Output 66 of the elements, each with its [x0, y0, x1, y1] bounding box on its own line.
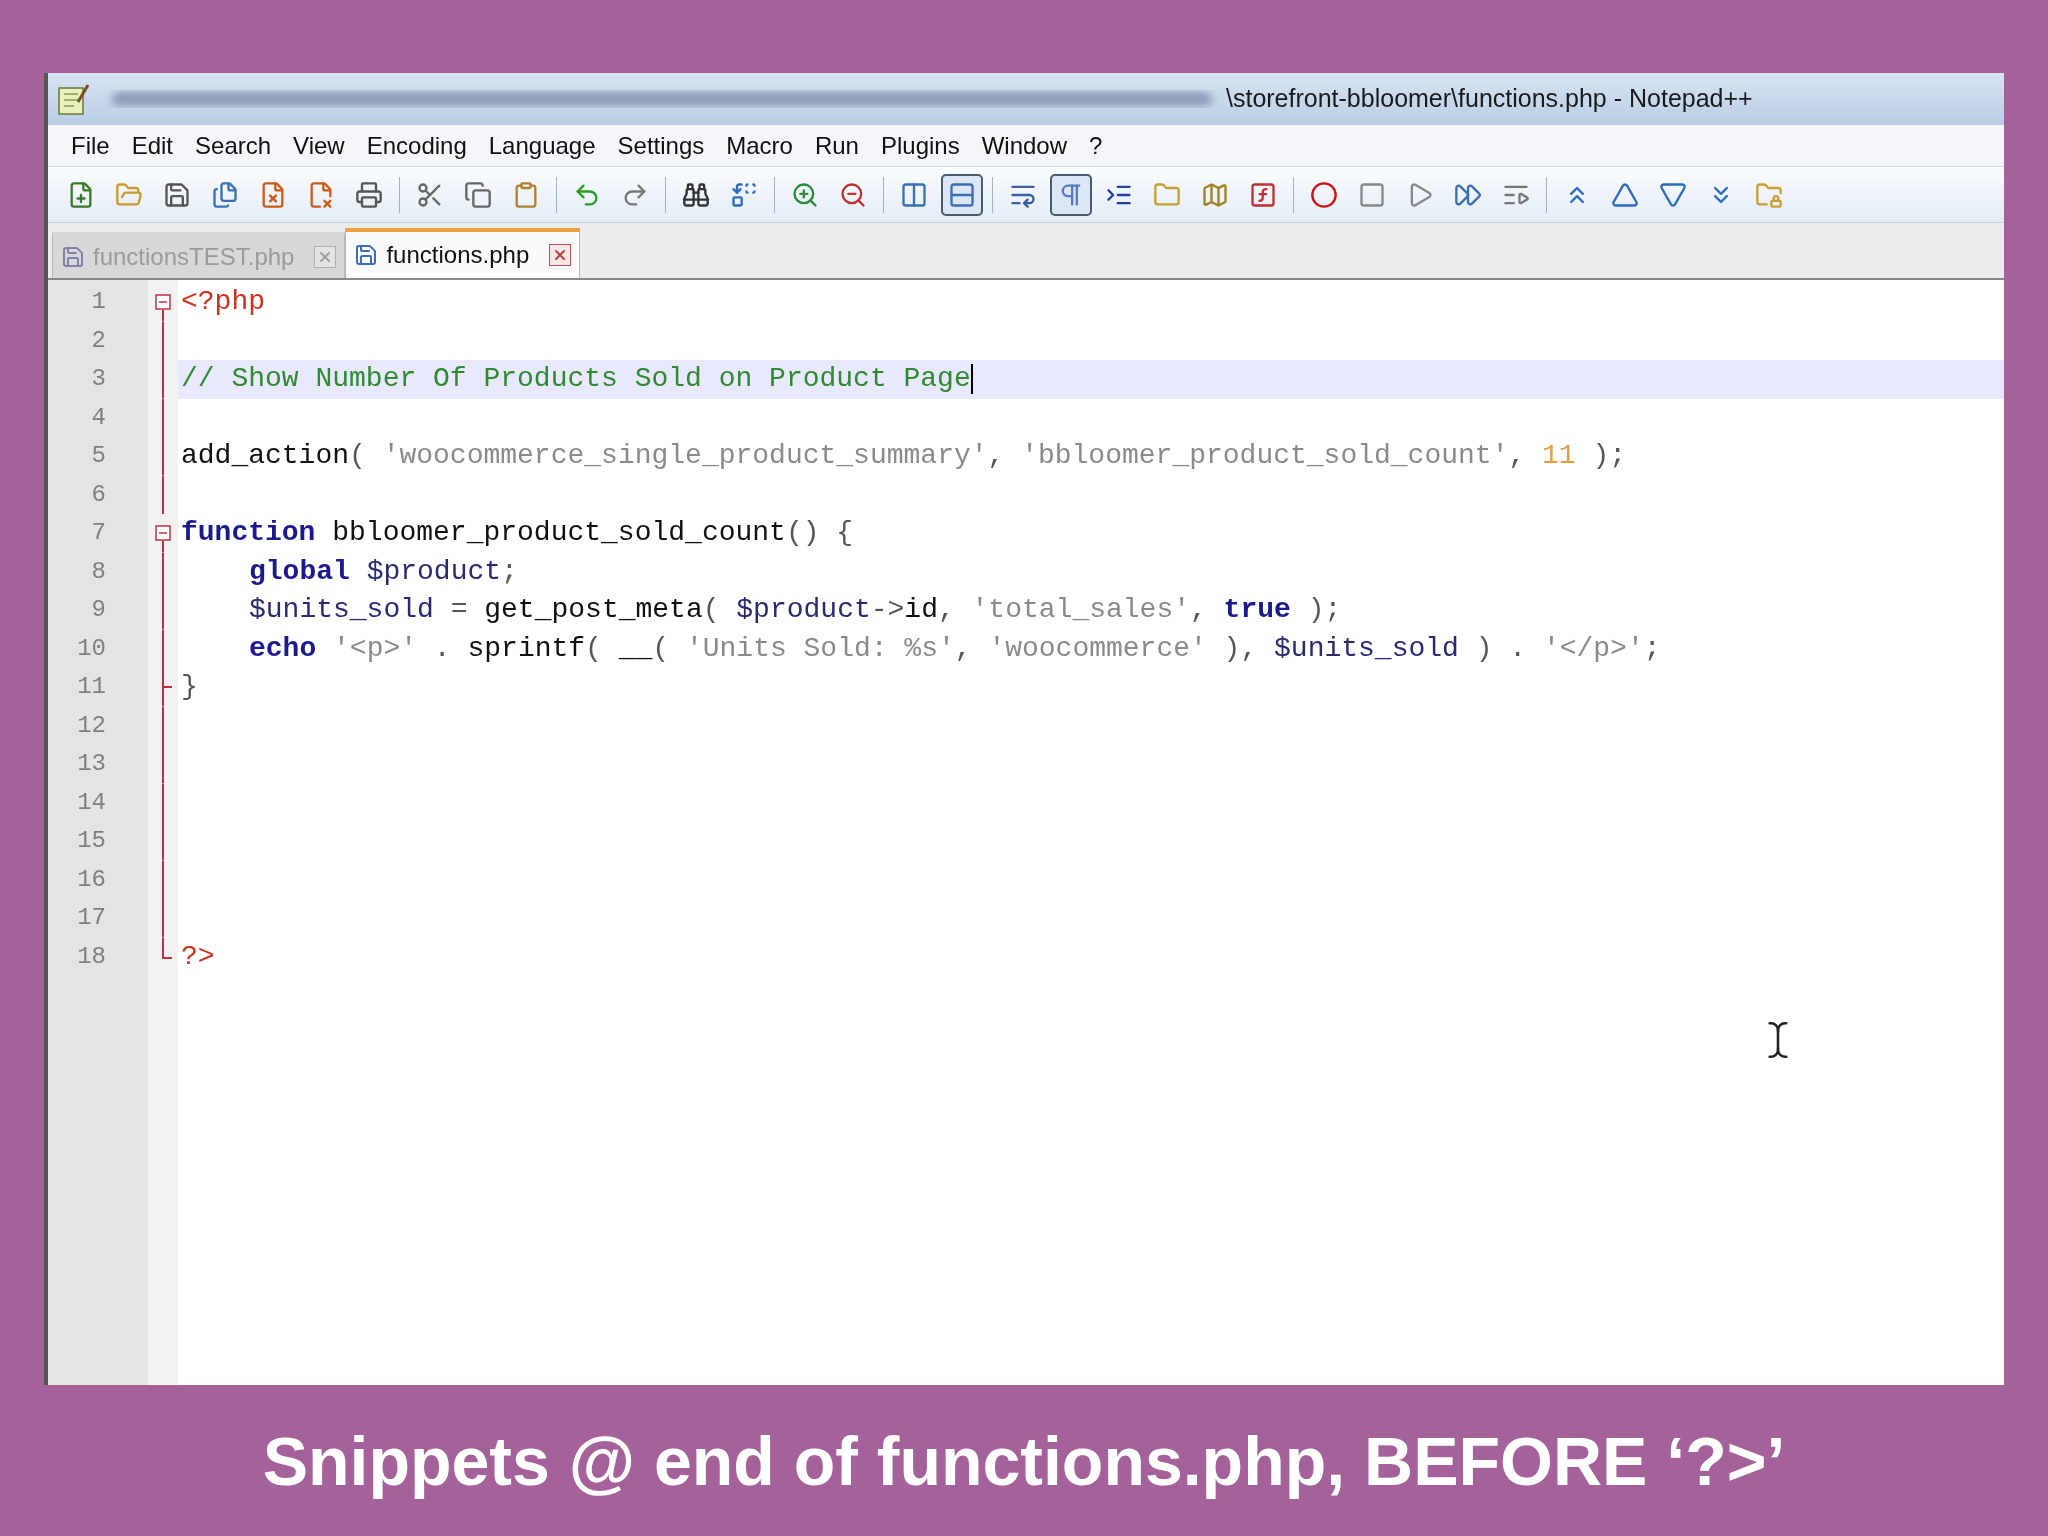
- menu-item[interactable]: Run: [803, 133, 870, 158]
- text-caret: [970, 364, 973, 395]
- save-icon: [61, 245, 85, 269]
- toolbar-button[interactable]: [1050, 173, 1092, 216]
- line-number: 9: [91, 595, 106, 626]
- binoculars-icon: [682, 180, 710, 209]
- folder-icon: [1153, 180, 1181, 209]
- line-number: 7: [91, 518, 106, 549]
- menu-item[interactable]: ?: [1078, 133, 1114, 158]
- menu-item[interactable]: Macro: [715, 133, 804, 158]
- menu-item[interactable]: Window: [970, 133, 1079, 158]
- line-number: 13: [77, 749, 106, 780]
- line-number: 15: [77, 826, 106, 857]
- fold-end-line: [161, 937, 173, 959]
- menu-item[interactable]: Language: [477, 133, 607, 158]
- code-line: <?php: [181, 288, 265, 317]
- slide-caption: Snippets @ end of functions.php, BEFORE ‘?>’: [262, 1421, 1786, 1501]
- line-number: 18: [77, 941, 106, 972]
- line-number: 6: [91, 479, 106, 510]
- triangle-up-icon: [1611, 180, 1639, 209]
- line-number: 17: [77, 903, 106, 934]
- triangle-down-icon: [1659, 180, 1687, 209]
- save-all-icon: [211, 180, 239, 209]
- menu-item[interactable]: Settings: [606, 133, 716, 158]
- menu-item[interactable]: File: [60, 133, 121, 158]
- code-line: function bbloomer_product_sold_count() {: [181, 519, 854, 548]
- line-number: 16: [77, 864, 106, 895]
- stop-icon: [1358, 180, 1386, 209]
- menu-item[interactable]: Search: [184, 133, 283, 158]
- line-number: 10: [77, 633, 106, 664]
- line-number: 14: [77, 787, 106, 818]
- folder-lock-icon: [1755, 180, 1783, 209]
- line-number: 2: [91, 325, 106, 356]
- line-number: 3: [91, 364, 106, 395]
- toolbar-button[interactable]: [941, 173, 983, 216]
- menu-item[interactable]: Plugins: [869, 133, 971, 158]
- code-line: }: [181, 673, 198, 702]
- code-line: // Show Number Of Products Sold on Product Page: [181, 365, 971, 394]
- code-line: $units_sold = get_post_meta( $product->id, 'total_sales', true );: [249, 596, 1342, 625]
- function-icon: [1249, 180, 1277, 209]
- line-number: 5: [91, 441, 106, 472]
- save-icon: [354, 243, 379, 267]
- menu-item[interactable]: View: [282, 133, 356, 158]
- line-number: 1: [91, 287, 106, 318]
- line-number: 11: [77, 672, 106, 703]
- window-title: \storefront-bbloomer\functions.php - Notepad++: [1226, 83, 1753, 115]
- line-number: 8: [91, 556, 106, 587]
- save-icon: [163, 180, 191, 209]
- code-line: echo '<p>' . sprintf( __( 'Units Sold: %s', 'woocommerce' ), $units_sold ) . '</p>';: [249, 634, 1661, 663]
- line-number: 4: [91, 402, 106, 433]
- code-line: ?>: [181, 942, 215, 971]
- copy-icon: [464, 180, 492, 209]
- record-icon: [1310, 180, 1338, 209]
- menu-item[interactable]: Encoding: [355, 133, 478, 158]
- zoom-out-icon: [839, 180, 867, 209]
- menu-item[interactable]: Edit: [120, 133, 185, 158]
- code-line: global $product;: [249, 557, 518, 586]
- fold-end-line: [161, 668, 173, 707]
- zoom-in-icon: [791, 180, 819, 209]
- close-icon[interactable]: [549, 244, 572, 266]
- notepad-icon: [56, 82, 90, 116]
- code-line: add_action( 'woocommerce_single_product_summary', 'bbloomer_product_sold_count', 11 );: [181, 442, 1627, 471]
- replace-icon: [730, 180, 758, 209]
- line-number: 12: [77, 710, 106, 741]
- print-icon: [355, 180, 383, 209]
- file-tab[interactable]: functions.php: [345, 228, 581, 278]
